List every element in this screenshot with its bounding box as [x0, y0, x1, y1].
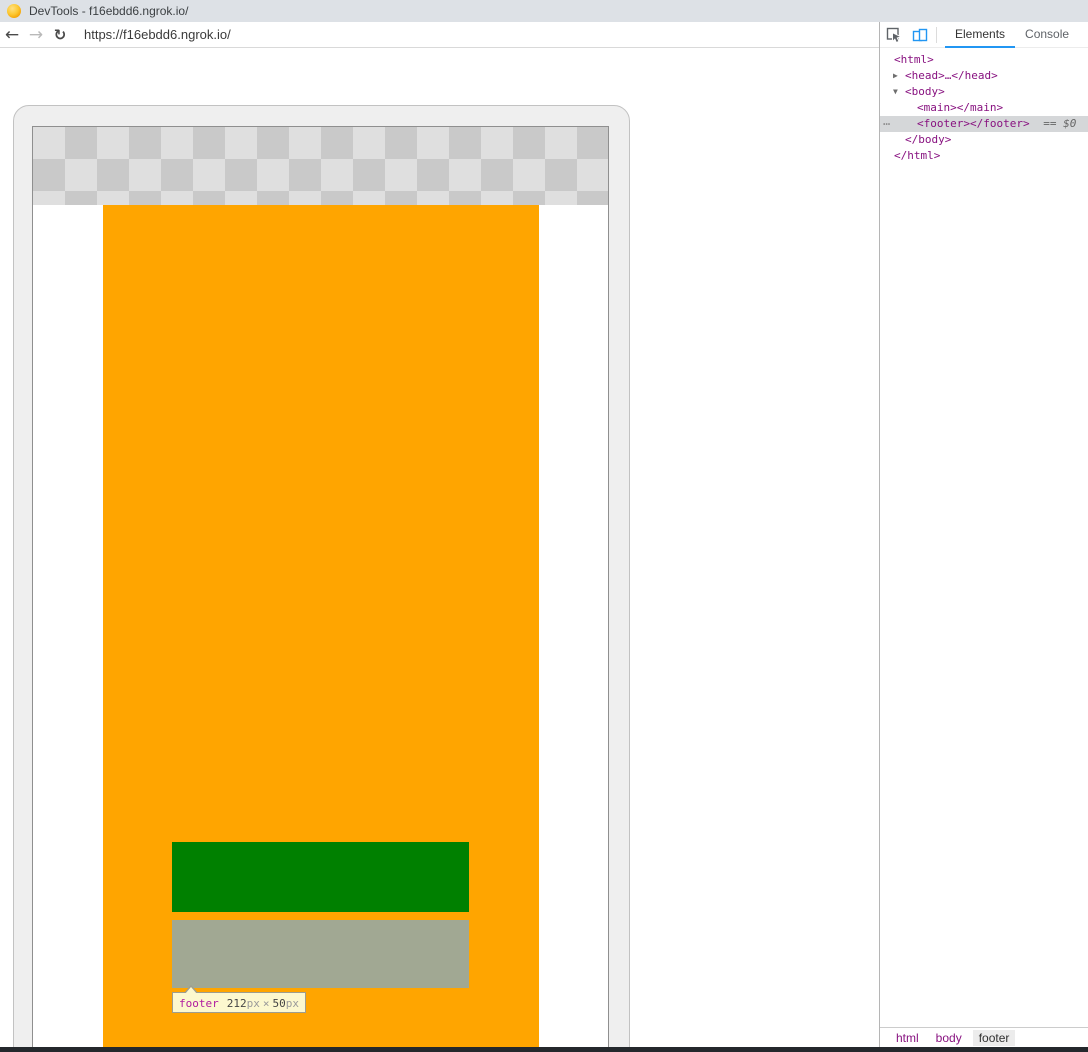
- more-actions-icon[interactable]: …: [883, 113, 890, 129]
- breadcrumb-footer[interactable]: footer: [972, 1029, 1016, 1046]
- back-icon[interactable]: ←: [0, 23, 24, 47]
- breadcrumb-body[interactable]: body: [930, 1030, 968, 1046]
- collapse-arrow-icon[interactable]: ▼: [893, 84, 904, 100]
- page-main-element: [172, 842, 469, 912]
- tree-row-head[interactable]: ▶ <head>…</head>: [880, 68, 1088, 84]
- tree-row-main[interactable]: <main></main>: [880, 100, 1088, 116]
- page-footer-highlight-overlay: [172, 920, 469, 988]
- tree-row-body-open[interactable]: ▼ <body>: [880, 84, 1088, 100]
- toolbar-separator: [936, 26, 937, 43]
- tooltip-height-unit: px: [285, 997, 299, 1010]
- breadcrumb-html[interactable]: html: [890, 1030, 925, 1046]
- inspect-element-icon[interactable]: [886, 27, 902, 43]
- refresh-icon[interactable]: ↻: [48, 23, 72, 47]
- taskbar-edge: [0, 1047, 1088, 1052]
- tab-elements[interactable]: Elements: [945, 22, 1016, 48]
- dom-tree: <html> ▶ <head>…</head> ▼ <body> <main><…: [880, 48, 1088, 164]
- console-ref-badge: == $0: [1043, 117, 1077, 130]
- window-title: DevTools - f16ebdd6.ngrok.io/: [29, 4, 189, 18]
- tree-row-footer-selected[interactable]: … <footer></footer> == $0: [880, 113, 1088, 132]
- tree-row-html-open[interactable]: <html>: [880, 52, 1088, 68]
- tooltip-tag-name: footer: [179, 997, 219, 1010]
- tooltip-height-value: 50: [272, 997, 286, 1010]
- breadcrumb: html body footer: [880, 1027, 1088, 1047]
- tab-console[interactable]: Console: [1015, 22, 1079, 48]
- transparency-checkerboard: [33, 127, 608, 205]
- tree-row-html-close[interactable]: </html>: [880, 148, 1088, 164]
- window-titlebar: DevTools - f16ebdd6.ngrok.io/: [0, 0, 1088, 22]
- devtools-window: DevTools - f16ebdd6.ngrok.io/ ← → ↻ http…: [0, 0, 1088, 1052]
- tooltip-width-value: 212: [226, 997, 247, 1010]
- device-viewport[interactable]: footer 212px × 50px: [32, 126, 609, 1050]
- tooltip-caret-fill: [185, 987, 197, 994]
- tree-row-body-close[interactable]: </body>: [880, 132, 1088, 148]
- inspect-size-tooltip: footer 212px × 50px: [172, 985, 306, 1013]
- chrome-canary-icon: [7, 4, 21, 18]
- expand-arrow-icon[interactable]: ▶: [893, 68, 904, 84]
- devtools-toolbar: Elements Console: [880, 22, 1088, 48]
- forward-icon[interactable]: →: [24, 23, 48, 47]
- browser-navbar: ← → ↻ https://f16ebdd6.ngrok.io/: [0, 22, 879, 48]
- address-bar-url[interactable]: https://f16ebdd6.ngrok.io/: [84, 27, 231, 42]
- toggle-device-toolbar-icon[interactable]: [912, 27, 928, 43]
- tooltip-width-unit: px: [246, 997, 260, 1010]
- devtools-panel: Elements Console <html> ▶ <head>…</head>…: [879, 22, 1088, 1047]
- tooltip-times-sign: ×: [262, 997, 270, 1010]
- device-emulation-area: footer 212px × 50px: [0, 48, 879, 1052]
